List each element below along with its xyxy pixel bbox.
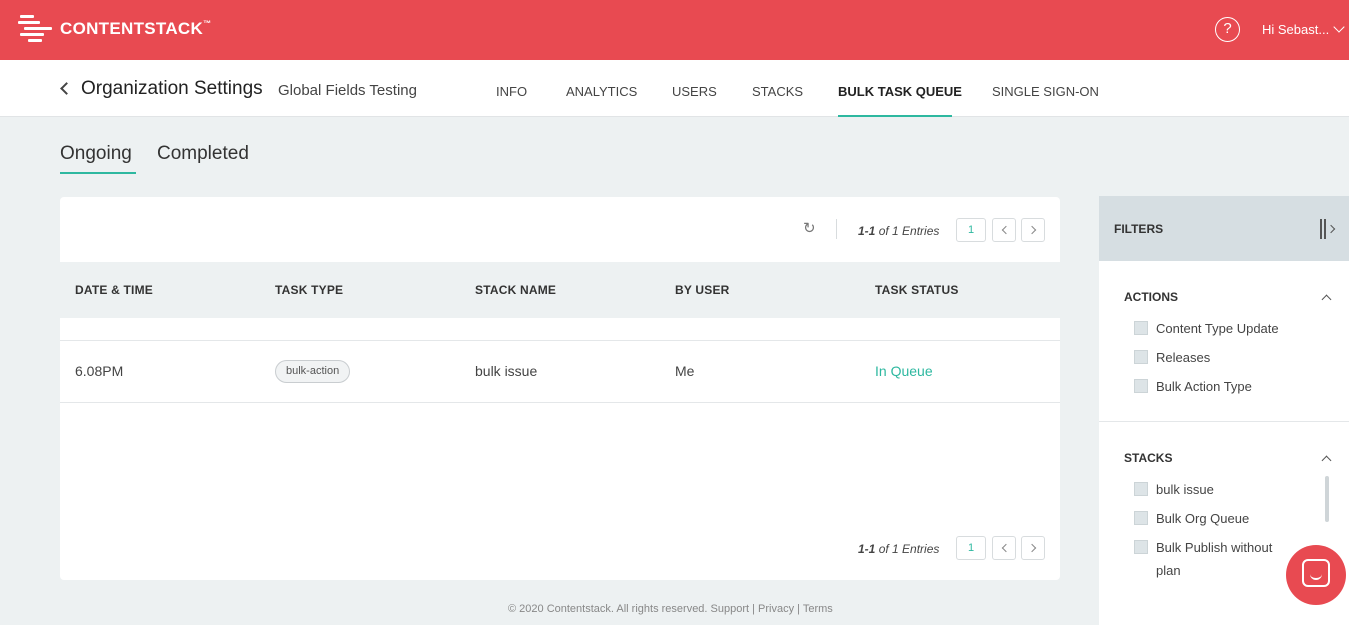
active-tab-indicator bbox=[60, 172, 136, 174]
chevron-left-icon bbox=[1001, 543, 1011, 553]
page-number-bottom[interactable]: 1 bbox=[956, 536, 986, 560]
nav-info[interactable]: INFO bbox=[496, 84, 527, 99]
logo-icon bbox=[18, 14, 54, 44]
nav-bulk-task-queue[interactable]: BULK TASK QUEUE bbox=[838, 84, 962, 99]
actions-section-title[interactable]: ACTIONS bbox=[1124, 290, 1178, 304]
user-greeting: Hi Sebast... bbox=[1262, 22, 1330, 37]
chevron-right-icon bbox=[1027, 543, 1037, 553]
tab-ongoing[interactable]: Ongoing bbox=[60, 143, 132, 165]
chevron-left-icon bbox=[1001, 225, 1011, 235]
brand-name: CONTENTSTACK™ bbox=[60, 19, 212, 38]
chevron-down-icon bbox=[1333, 21, 1345, 33]
top-bar: CONTENTSTACK™ ? Hi Sebast... bbox=[0, 0, 1349, 60]
chevron-up-icon[interactable] bbox=[1321, 455, 1332, 466]
task-queue-card: ↻ 1-1 of 1 Entries 1 DATE & TIME TASK TY… bbox=[60, 197, 1060, 580]
stacks-section-title[interactable]: STACKS bbox=[1124, 451, 1172, 465]
chat-icon bbox=[1302, 559, 1330, 587]
column-by-user[interactable]: BY USER bbox=[675, 283, 730, 297]
user-menu[interactable]: Hi Sebast... bbox=[1262, 21, 1345, 37]
entries-count-top: 1-1 of 1 Entries bbox=[858, 224, 940, 238]
nav-users[interactable]: USERS bbox=[672, 84, 717, 99]
section-divider bbox=[1099, 421, 1349, 422]
column-date-time[interactable]: DATE & TIME bbox=[75, 283, 153, 297]
chevron-right-icon bbox=[1027, 225, 1037, 235]
filters-scrollbar[interactable] bbox=[1325, 476, 1329, 522]
contentstack-logo[interactable]: CONTENTSTACK™ bbox=[18, 14, 211, 44]
nav-single-sign-on[interactable]: SINGLE SIGN-ON bbox=[992, 84, 1099, 99]
checkbox[interactable] bbox=[1134, 321, 1148, 335]
help-icon[interactable]: ? bbox=[1215, 17, 1240, 42]
column-task-type[interactable]: TASK TYPE bbox=[275, 283, 343, 297]
cell-status: In Queue bbox=[875, 363, 933, 379]
checkbox[interactable] bbox=[1134, 540, 1148, 554]
back-arrow-icon[interactable] bbox=[60, 82, 73, 95]
prev-page-button-bottom[interactable] bbox=[992, 536, 1016, 560]
cell-stack-name: bulk issue bbox=[475, 363, 538, 379]
checkbox[interactable] bbox=[1134, 379, 1148, 393]
next-page-button-top[interactable] bbox=[1021, 218, 1045, 242]
tab-completed[interactable]: Completed bbox=[157, 143, 249, 165]
nav-analytics[interactable]: ANALYTICS bbox=[566, 84, 637, 99]
cell-user: Me bbox=[675, 363, 695, 379]
row-divider bbox=[60, 340, 1060, 341]
row-divider bbox=[60, 402, 1060, 403]
table-header: DATE & TIME TASK TYPE STACK NAME BY USER… bbox=[60, 262, 1060, 318]
chevron-up-icon[interactable] bbox=[1321, 294, 1332, 305]
filters-header: FILTERS bbox=[1099, 196, 1349, 261]
checkbox[interactable] bbox=[1134, 511, 1148, 525]
chat-launcher-button[interactable] bbox=[1286, 545, 1346, 605]
page-title: Organization Settings bbox=[81, 78, 263, 99]
column-stack-name[interactable]: STACK NAME bbox=[475, 283, 556, 297]
nav-stacks[interactable]: STACKS bbox=[752, 84, 803, 99]
collapse-panel-icon[interactable] bbox=[1320, 219, 1338, 239]
page-number-top[interactable]: 1 bbox=[956, 218, 986, 242]
footer: © 2020 Contentstack. All rights reserved… bbox=[508, 603, 833, 615]
filters-title: FILTERS bbox=[1114, 222, 1164, 236]
settings-header: Organization Settings Global Fields Test… bbox=[0, 60, 1349, 117]
task-type-badge: bulk-action bbox=[275, 360, 351, 383]
refresh-icon[interactable]: ↻ bbox=[803, 221, 816, 236]
next-page-button-bottom[interactable] bbox=[1021, 536, 1045, 560]
cell-time: 6.08PM bbox=[75, 363, 124, 379]
prev-page-button-top[interactable] bbox=[992, 218, 1016, 242]
column-task-status[interactable]: TASK STATUS bbox=[875, 283, 959, 297]
entries-count-bottom: 1-1 of 1 Entries bbox=[858, 542, 940, 556]
checkbox[interactable] bbox=[1134, 482, 1148, 496]
divider bbox=[836, 219, 837, 239]
checkbox[interactable] bbox=[1134, 350, 1148, 364]
organization-name: Global Fields Testing bbox=[278, 82, 417, 99]
active-nav-indicator bbox=[838, 115, 952, 117]
